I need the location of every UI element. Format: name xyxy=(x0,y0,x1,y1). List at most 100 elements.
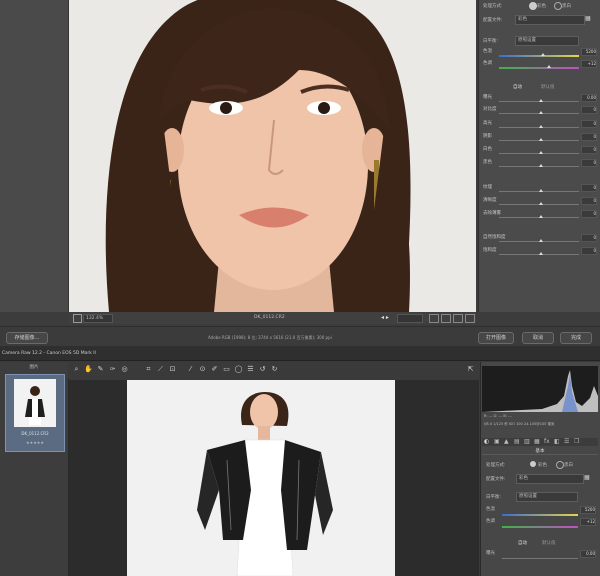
exposure-thumb[interactable] xyxy=(539,99,543,102)
texture-thumb[interactable] xyxy=(539,189,543,192)
bottom-tint-value[interactable]: +12 xyxy=(580,518,596,526)
bottom-wb-select[interactable]: 原照设置 xyxy=(516,492,578,502)
preferences-icon[interactable]: ☰ xyxy=(246,365,255,374)
contrast-thumb[interactable] xyxy=(539,111,543,114)
lens-tab-icon[interactable]: ▦ xyxy=(534,438,540,445)
tint-thumb[interactable] xyxy=(547,65,551,68)
presets-tab-icon[interactable]: ☰ xyxy=(564,438,569,445)
exposure-row[interactable]: 曝光 0.00 xyxy=(483,94,597,103)
bottom-grid-icon[interactable]: ▦ xyxy=(584,474,590,481)
dehaze-thumb[interactable] xyxy=(539,215,543,218)
split-tone-tab-icon[interactable]: ▥ xyxy=(524,438,530,445)
tint-value[interactable]: +12 xyxy=(581,60,597,68)
filmstrip-thumbnail[interactable]: DK_0112.CR2 ★★★★★ xyxy=(5,374,65,452)
bottom-profile-select[interactable]: 彩色 xyxy=(516,474,584,484)
blacks-value[interactable]: 0 xyxy=(581,159,597,167)
bottom-exposure-value[interactable]: 0.00 xyxy=(580,550,596,558)
cancel-button[interactable]: 取消 xyxy=(522,332,554,344)
rotate-left-icon[interactable]: ↺ xyxy=(258,365,267,374)
compare-field[interactable] xyxy=(397,314,423,323)
zoom-icon[interactable]: ⌕ xyxy=(72,365,81,374)
clarity-thumb[interactable] xyxy=(539,202,543,205)
profile-select[interactable]: 彩色 xyxy=(515,15,585,25)
bottom-auto-link[interactable]: 自动 xyxy=(518,540,527,546)
dehaze-value[interactable]: 0 xyxy=(581,210,597,218)
shadows-thumb[interactable] xyxy=(539,138,543,141)
saturation-thumb[interactable] xyxy=(539,252,543,255)
bottom-temp-value[interactable]: 5200 xyxy=(580,506,596,514)
copy-settings-icon[interactable] xyxy=(453,314,463,323)
thumbnail-rating[interactable]: ★★★★★ xyxy=(6,440,64,445)
bottom-treatment-bw-radio[interactable] xyxy=(556,461,564,469)
open-image-button[interactable]: 打开图像 xyxy=(478,332,514,344)
target-adjust-icon[interactable]: ◎ xyxy=(120,365,129,374)
toggle-settings-icon[interactable] xyxy=(465,314,475,323)
auto-link[interactable]: 自动 xyxy=(513,84,522,90)
bottom-preview-photo[interactable] xyxy=(127,380,395,576)
highlights-value[interactable]: 0 xyxy=(581,120,597,128)
highlights-row[interactable]: 高光 0 xyxy=(483,120,597,129)
whites-thumb[interactable] xyxy=(539,151,543,154)
shadows-value[interactable]: 0 xyxy=(581,133,597,141)
tint-slider-row[interactable]: 色调 +12 xyxy=(483,60,597,69)
default-link[interactable]: 默认值 xyxy=(541,84,555,90)
bottom-tint-row[interactable]: 色调 +12 xyxy=(486,518,596,528)
vibrance-value[interactable]: 0 xyxy=(581,234,597,242)
bottom-exposure-row[interactable]: 曝光 0.00 xyxy=(486,550,596,560)
saturation-row[interactable]: 饱和度 0 xyxy=(483,247,597,256)
fullscreen-icon[interactable]: ⇱ xyxy=(466,365,475,374)
clarity-value[interactable]: 0 xyxy=(581,197,597,205)
contrast-row[interactable]: 对比度 0 xyxy=(483,106,597,115)
graduated-filter-icon[interactable]: ▭ xyxy=(222,365,231,374)
treatment-color-radio[interactable] xyxy=(529,2,537,10)
bottom-temp-row[interactable]: 色温 5200 xyxy=(486,506,596,516)
color-sampler-icon[interactable]: ✑ xyxy=(108,365,117,374)
dehaze-row[interactable]: 去除薄雾 0 xyxy=(483,210,597,219)
white-balance-icon[interactable]: ✎ xyxy=(96,365,105,374)
hsl-tab-icon[interactable]: ▤ xyxy=(514,438,520,445)
spot-removal-icon[interactable]: ⁄ xyxy=(186,365,195,374)
zoom-level-field[interactable]: 132.4% xyxy=(83,314,113,323)
effects-tab-icon[interactable]: fx xyxy=(544,438,550,445)
texture-row[interactable]: 纹理 0 xyxy=(483,184,597,193)
basic-tab-icon[interactable]: ◐ xyxy=(484,438,489,445)
bottom-default-link[interactable]: 默认值 xyxy=(542,540,556,546)
wb-select[interactable]: 原照设置 xyxy=(515,36,579,46)
grid-icon[interactable]: ▦ xyxy=(585,15,594,23)
detail-tab-icon[interactable]: ▲ xyxy=(504,438,509,445)
vibrance-thumb[interactable] xyxy=(539,239,543,242)
save-image-button[interactable]: 存储图像... xyxy=(6,332,48,344)
tone-curve-tab-icon[interactable]: ▣ xyxy=(494,438,500,445)
before-after-icon[interactable] xyxy=(429,314,439,323)
texture-value[interactable]: 0 xyxy=(581,184,597,192)
whites-value[interactable]: 0 xyxy=(581,146,597,154)
zoom-out-icon[interactable] xyxy=(73,314,82,323)
whites-row[interactable]: 白色 0 xyxy=(483,146,597,155)
clarity-row[interactable]: 清晰度 0 xyxy=(483,197,597,206)
exposure-value[interactable]: 0.00 xyxy=(581,94,597,102)
transform-icon[interactable]: ⊡ xyxy=(168,365,177,374)
treatment-bw-radio[interactable] xyxy=(554,2,562,10)
straighten-icon[interactable]: ⟋ xyxy=(156,365,165,374)
vibrance-row[interactable]: 自然饱和度 0 xyxy=(483,234,597,243)
temp-value[interactable]: 5200 xyxy=(581,48,597,56)
saturation-value[interactable]: 0 xyxy=(581,247,597,255)
calibration-tab-icon[interactable]: ◧ xyxy=(554,438,560,445)
crop-icon[interactable]: ⌗ xyxy=(144,365,153,374)
snapshots-tab-icon[interactable]: ❐ xyxy=(574,438,579,445)
blacks-thumb[interactable] xyxy=(539,164,543,167)
highlights-thumb[interactable] xyxy=(539,125,543,128)
workflow-options-link[interactable]: Adobe RGB (1998); 8 位; 3744 x 5616 (21.0… xyxy=(208,335,332,341)
done-button[interactable]: 完成 xyxy=(560,332,592,344)
top-preview-photo[interactable] xyxy=(69,0,476,312)
bottom-treatment-color-radio[interactable] xyxy=(530,461,536,467)
blacks-row[interactable]: 黑色 0 xyxy=(483,159,597,168)
radial-filter-icon[interactable]: ◯ xyxy=(234,365,243,374)
rotate-right-icon[interactable]: ↻ xyxy=(270,365,279,374)
swap-icon[interactable] xyxy=(441,314,451,323)
temp-slider-row[interactable]: 色温 5200 xyxy=(483,48,597,57)
shadows-row[interactable]: 阴影 0 xyxy=(483,133,597,142)
temp-thumb[interactable] xyxy=(541,53,545,56)
hand-icon[interactable]: ✋ xyxy=(84,365,93,374)
red-eye-icon[interactable]: ⊙ xyxy=(198,365,207,374)
